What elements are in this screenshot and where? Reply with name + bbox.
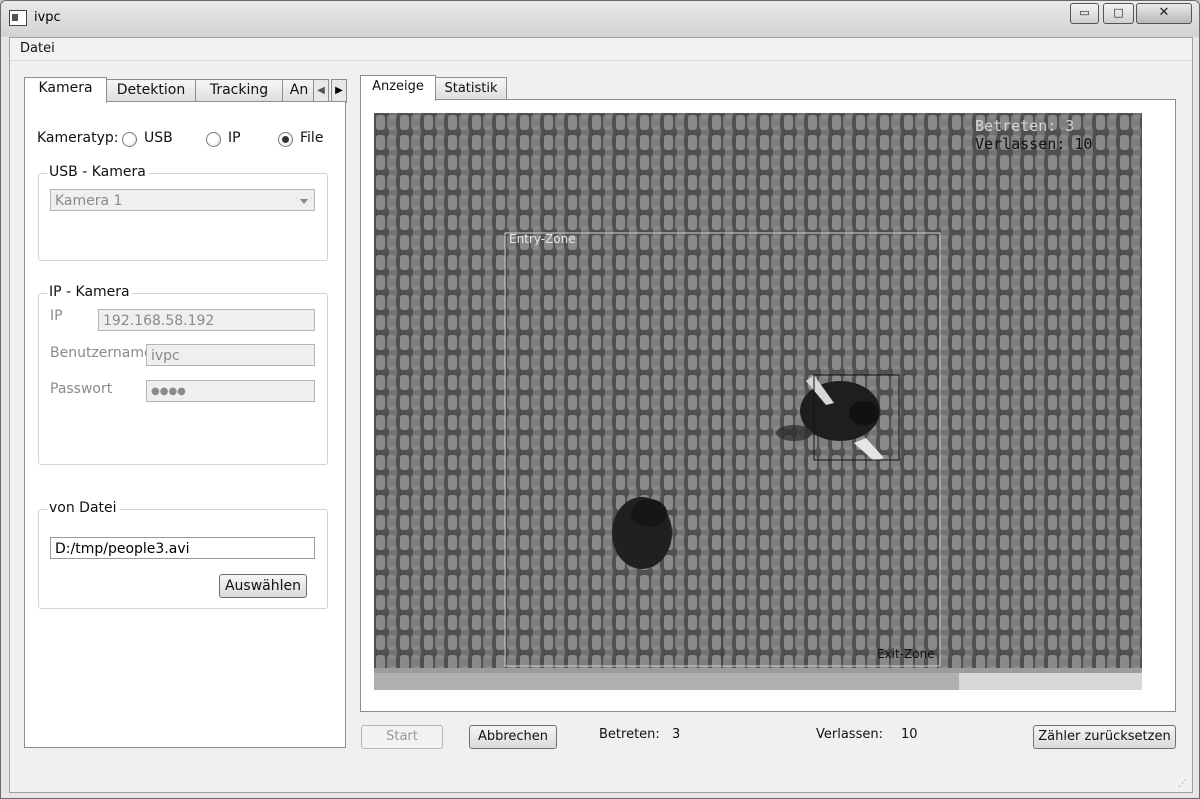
tab-kamera[interactable]: Kamera xyxy=(24,77,107,103)
start-button[interactable]: Start xyxy=(361,725,443,749)
radio-ip-label[interactable]: IP xyxy=(228,130,241,146)
tab-scroll-left-icon[interactable]: ◀ xyxy=(313,79,329,103)
username-field[interactable]: ivpc xyxy=(146,344,315,366)
resize-grip-icon[interactable]: ⋰ xyxy=(1178,779,1188,789)
camera-panel: Kameratyp: USB IP File USB - Kamera Kame… xyxy=(24,101,346,748)
display-panel: Entry-Zone Exit-Zone Betreten: 3 Verlass… xyxy=(360,99,1176,712)
reset-counter-button[interactable]: Zähler zurücksetzen xyxy=(1033,725,1176,749)
radio-file-label[interactable]: File xyxy=(300,130,323,146)
ip-label: IP xyxy=(50,308,63,324)
username-label: Benutzername xyxy=(50,345,153,361)
tab-detektion[interactable]: Detektion xyxy=(106,79,196,101)
password-field[interactable]: ●●●● xyxy=(146,380,315,402)
window-title: ivpc xyxy=(34,10,61,25)
radio-ip[interactable] xyxy=(206,132,221,147)
usb-camera-group: USB - Kamera Kamera 1 xyxy=(38,164,328,261)
chevron-down-icon xyxy=(300,199,308,204)
usb-camera-group-title: USB - Kamera xyxy=(47,164,148,180)
radio-file[interactable] xyxy=(278,132,293,147)
radio-usb-label[interactable]: USB xyxy=(144,130,173,146)
title-bar[interactable]: ivpc ▭ □ ✕ xyxy=(1,1,1199,37)
usb-camera-combo-value: Kamera 1 xyxy=(55,193,123,209)
minimize-button[interactable]: ▭ xyxy=(1070,3,1099,24)
tab-analyse[interactable]: An xyxy=(282,79,316,101)
camera-type-label: Kameratyp: xyxy=(37,130,119,146)
ip-camera-group: IP - Kamera IP 192.168.58.192 Benutzerna… xyxy=(38,284,328,465)
tab-scroll-right-icon[interactable]: ▶ xyxy=(331,79,347,103)
left-label: Verlassen: xyxy=(816,727,883,742)
choose-file-button[interactable]: Auswählen xyxy=(219,574,307,598)
exit-zone-label: Exit-Zone xyxy=(877,647,935,661)
maximize-button[interactable]: □ xyxy=(1103,3,1134,24)
left-value: 10 xyxy=(901,727,918,742)
app-window: ivpc ▭ □ ✕ Datei Kamera Detektion Tracki… xyxy=(0,0,1200,799)
overlay-entered: Betreten: 3 xyxy=(975,117,1075,135)
entered-label: Betreten: xyxy=(599,727,660,742)
menu-datei[interactable]: Datei xyxy=(20,41,55,56)
password-label: Passwort xyxy=(50,381,113,397)
tab-statistik[interactable]: Statistik xyxy=(435,77,507,99)
client-area: Datei Kamera Detektion Tracking An ◀ ▶ K… xyxy=(9,37,1193,793)
file-path-field[interactable]: D:/tmp/people3.avi xyxy=(50,537,315,559)
camera-frame xyxy=(374,113,1142,690)
file-group: von Datei D:/tmp/people3.avi Auswählen xyxy=(38,500,328,609)
tab-tracking[interactable]: Tracking xyxy=(195,79,283,101)
ip-field[interactable]: 192.168.58.192 xyxy=(98,309,315,331)
video-view: Entry-Zone Exit-Zone Betreten: 3 Verlass… xyxy=(374,113,1142,690)
tab-anzeige[interactable]: Anzeige xyxy=(360,75,436,101)
person-2 xyxy=(612,497,672,569)
app-icon xyxy=(9,10,27,26)
ip-camera-group-title: IP - Kamera xyxy=(47,284,132,300)
radio-usb[interactable] xyxy=(122,132,137,147)
cancel-button[interactable]: Abbrechen xyxy=(469,725,557,749)
overlay-left: Verlassen: 10 xyxy=(975,135,1093,153)
file-group-title: von Datei xyxy=(47,500,119,516)
close-button[interactable]: ✕ xyxy=(1136,3,1192,24)
entered-value: 3 xyxy=(672,727,681,742)
entry-zone-label: Entry-Zone xyxy=(509,232,576,246)
menu-bar: Datei xyxy=(10,38,1192,61)
usb-camera-combo[interactable]: Kamera 1 xyxy=(50,189,315,211)
